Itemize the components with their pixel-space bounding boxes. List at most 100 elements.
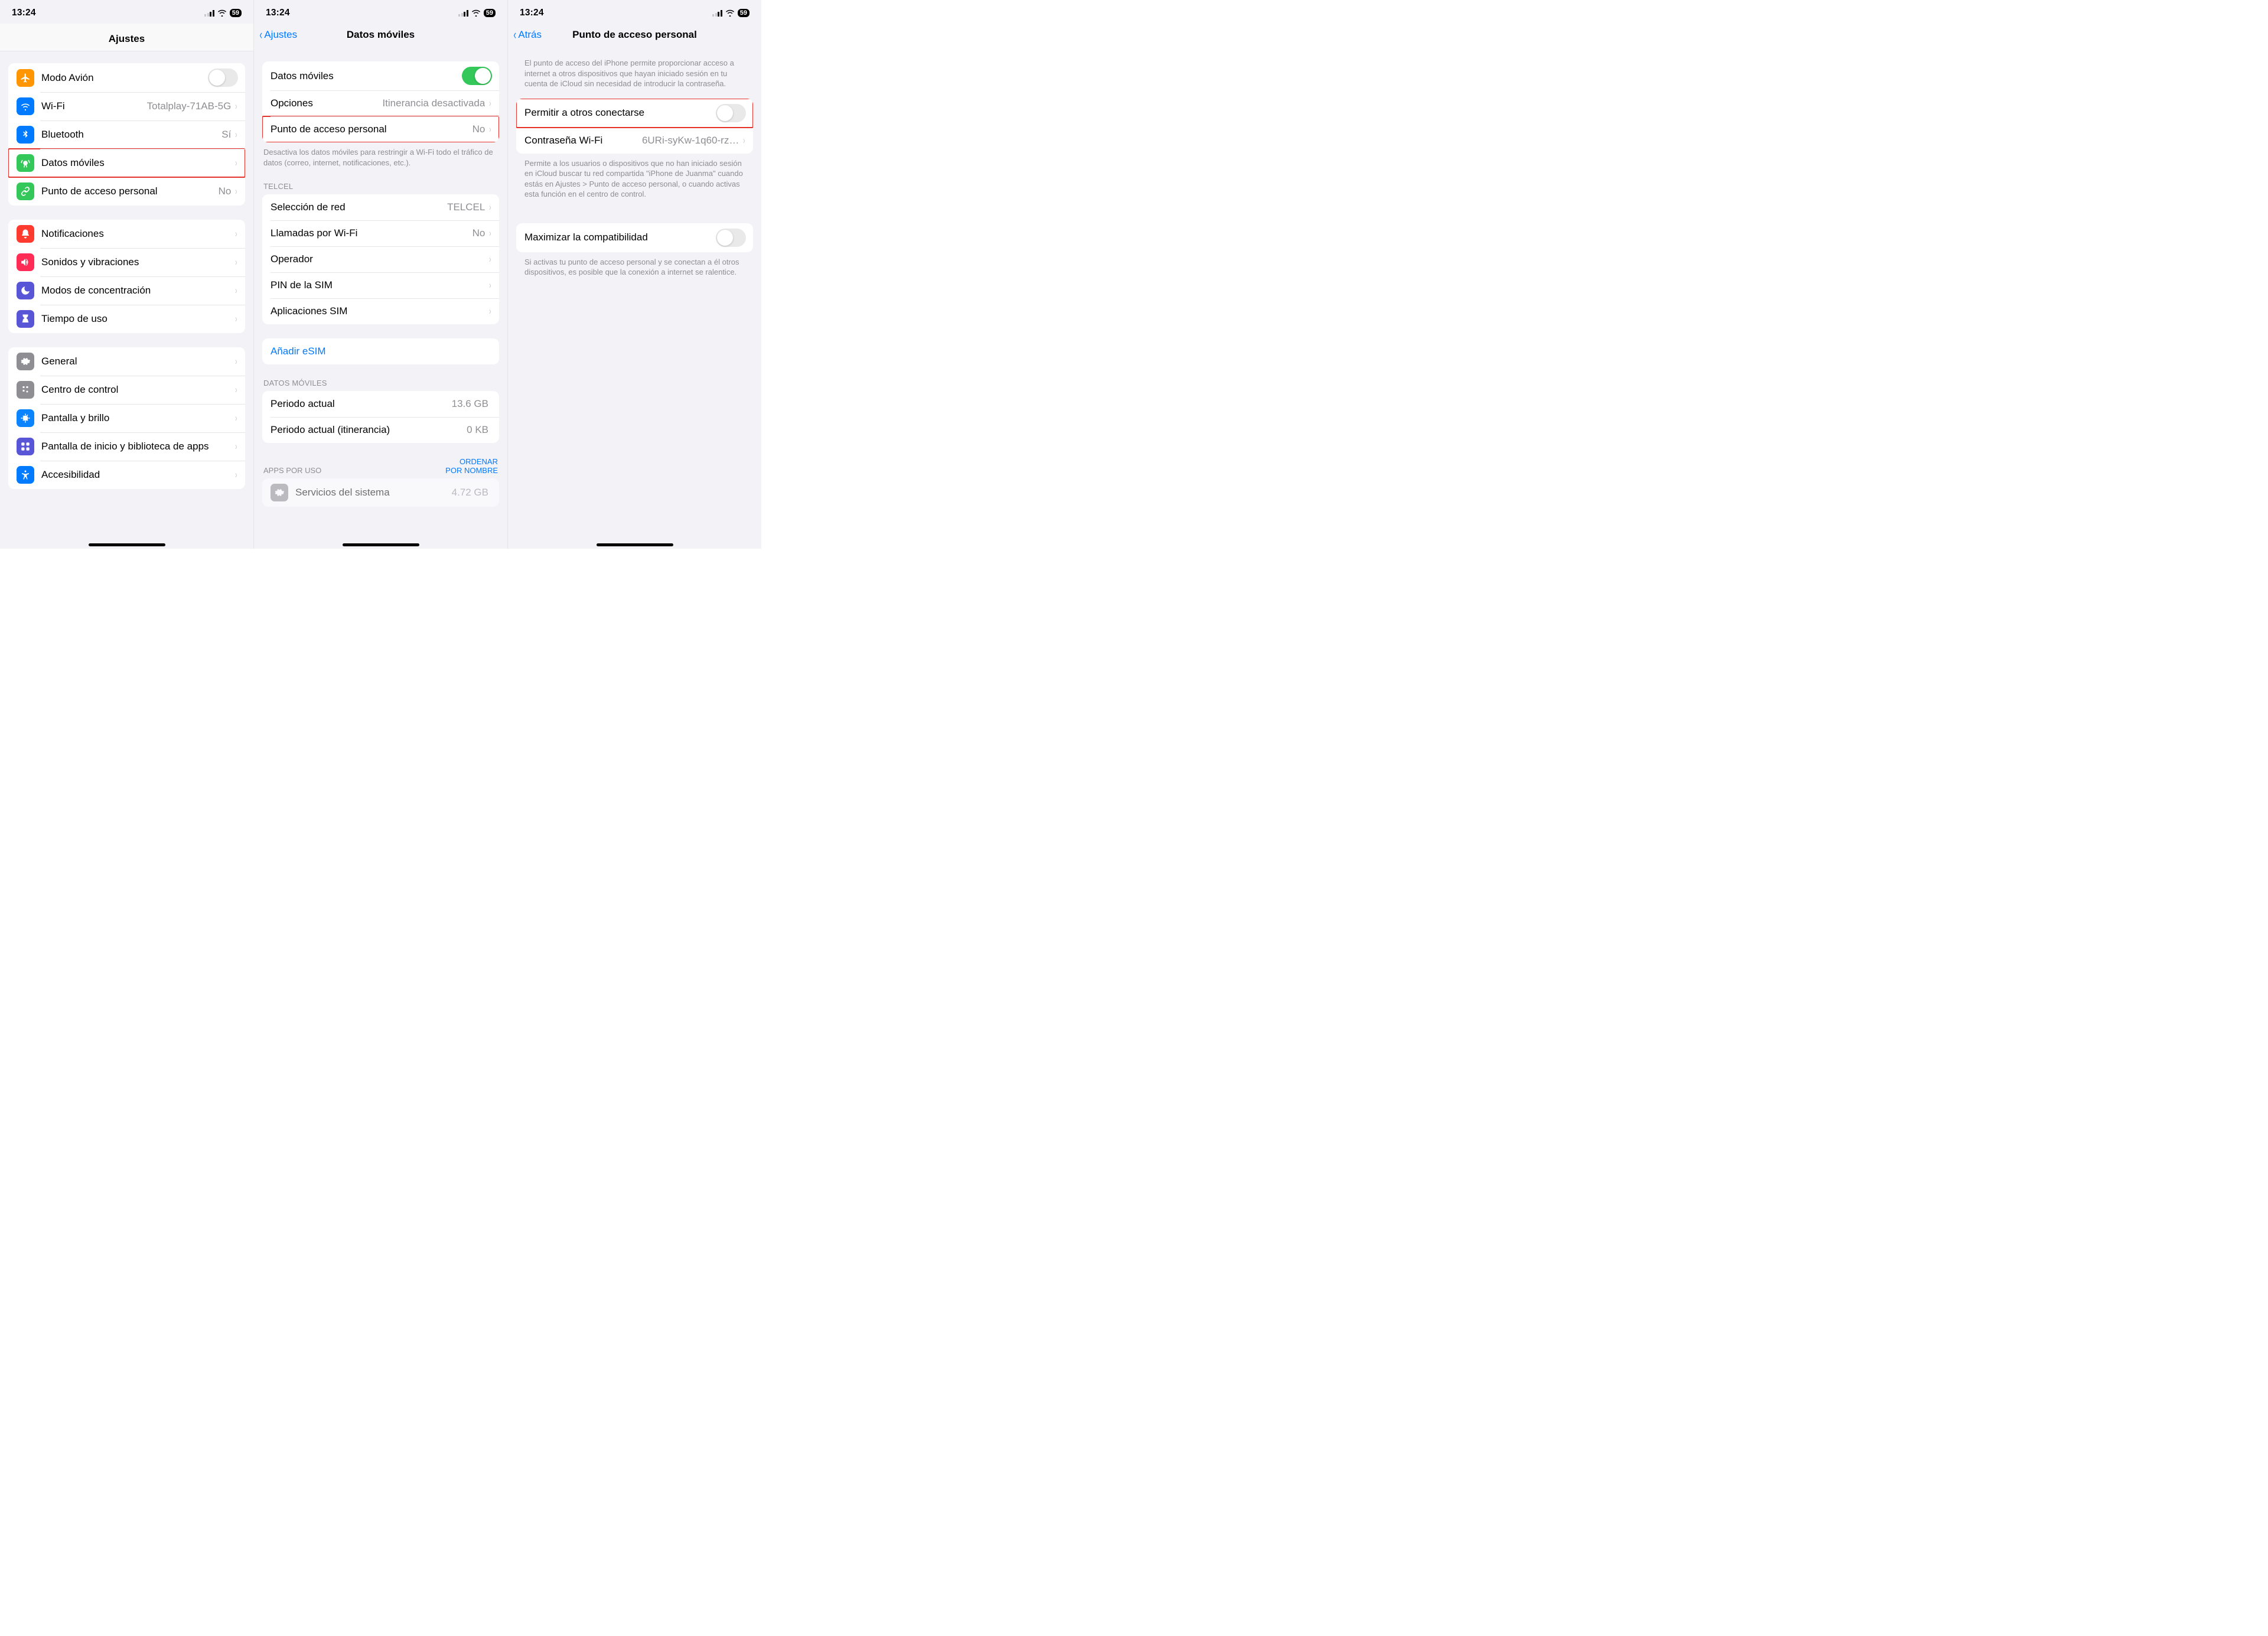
- wifi-icon: [471, 9, 481, 17]
- chevron-right-icon: ›: [489, 123, 491, 135]
- row-contraseña-wi-fi[interactable]: Contraseña Wi-Fi6URi-syKw-1q60-rz…›: [516, 128, 753, 154]
- row-label: Maximizar la compatibilidad: [524, 232, 716, 243]
- row-label: Aplicaciones SIM: [271, 305, 488, 317]
- row-label: Notificaciones: [41, 228, 234, 240]
- row-value: No: [472, 227, 485, 239]
- settings-row-pantalla-y-brillo[interactable]: Pantalla y brillo›: [8, 404, 245, 432]
- row-pin-de-la-sim[interactable]: PIN de la SIM›: [262, 272, 499, 298]
- row-value: 6URi-syKw-1q60-rz…: [642, 135, 739, 146]
- chevron-left-icon: ‹: [513, 28, 516, 41]
- row-label: Operador: [271, 253, 488, 265]
- row-llamadas-por-wi-fi[interactable]: Llamadas por Wi-FiNo›: [262, 220, 499, 246]
- row-value: No: [472, 123, 485, 135]
- row-aplicaciones-sim[interactable]: Aplicaciones SIM›: [262, 298, 499, 324]
- row-punto-de-acceso-personal[interactable]: Punto de acceso personalNo ›: [262, 116, 499, 142]
- settings-row-bluetooth[interactable]: BluetoothSí›: [8, 120, 245, 149]
- settings-row-sonidos-y-vibraciones[interactable]: Sonidos y vibraciones›: [8, 248, 245, 276]
- status-time: 13:24: [266, 8, 290, 18]
- chevron-left-icon: ‹: [259, 28, 262, 41]
- row-label: Accesibilidad: [41, 469, 234, 481]
- chevron-right-icon: ›: [489, 279, 491, 291]
- signal-icon: [458, 10, 468, 17]
- row-value: TELCEL: [447, 201, 485, 213]
- page-title: Datos móviles: [347, 29, 415, 41]
- row-label: Selección de red: [271, 201, 447, 213]
- settings-row-general[interactable]: General›: [8, 347, 245, 376]
- back-button[interactable]: ‹Atrás: [513, 28, 542, 41]
- settings-row-datos-móviles[interactable]: Datos móviles›: [8, 149, 245, 177]
- toggle[interactable]: [208, 69, 238, 87]
- settings-row-notificaciones[interactable]: Notificaciones›: [8, 220, 245, 248]
- chevron-right-icon: ›: [235, 285, 237, 296]
- group-allow-others: Permitir a otros conectarseContraseña Wi…: [516, 99, 753, 154]
- group-apps-usage: Servicios del sistema4.72 GB: [262, 478, 499, 507]
- page-title: Ajustes: [109, 33, 145, 45]
- group-footer: Desactiva los datos móviles para restrin…: [254, 142, 507, 168]
- chevron-right-icon: ›: [235, 185, 237, 197]
- row-label: Wi-Fi: [41, 100, 147, 112]
- row-label: Contraseña Wi-Fi: [524, 135, 642, 146]
- row-label: Modos de concentración: [41, 285, 234, 296]
- settings-row-tiempo-de-uso[interactable]: Tiempo de uso›: [8, 305, 245, 333]
- moon-icon: [17, 282, 34, 299]
- header: Ajustes: [0, 24, 253, 51]
- gear-icon: [271, 484, 288, 501]
- wifi-icon: [217, 9, 227, 17]
- chevron-right-icon: ›: [235, 228, 237, 240]
- group-footer: Permite a los usuarios o dispositivos qu…: [508, 154, 761, 200]
- row-value: Itinerancia desactivada: [382, 97, 485, 109]
- row-value: 4.72 GB: [452, 487, 488, 498]
- content[interactable]: Datos móvilesOpcionesItinerancia desacti…: [254, 50, 507, 549]
- chevron-right-icon: ›: [235, 384, 237, 396]
- group-carrier: Selección de redTELCEL›Llamadas por Wi-F…: [262, 194, 499, 324]
- row-label: Tiempo de uso: [41, 313, 234, 325]
- screen-settings: 13:24 59 Ajustes Modo AviónWi-FiTotalpla…: [0, 0, 254, 549]
- row-periodo-actual: Periodo actual13.6 GB: [262, 391, 499, 417]
- settings-row-punto-de-acceso-personal[interactable]: Punto de acceso personalNo›: [8, 177, 245, 206]
- row-value: 0 KB: [467, 424, 488, 436]
- home-indicator[interactable]: [597, 543, 673, 546]
- row-servicios-del-sistema[interactable]: Servicios del sistema4.72 GB: [262, 478, 499, 507]
- row-label: Punto de acceso personal: [41, 185, 219, 197]
- section-header: APPS POR USO ORDENAR POR NOMBRE: [254, 457, 507, 478]
- settings-row-modo-avión[interactable]: Modo Avión: [8, 63, 245, 92]
- settings-row-centro-de-control[interactable]: Centro de control›: [8, 376, 245, 404]
- settings-row-wi-fi[interactable]: Wi-FiTotalplay-71AB-5G›: [8, 92, 245, 120]
- chevron-right-icon: ›: [235, 313, 237, 325]
- home-indicator[interactable]: [89, 543, 165, 546]
- hourglass-icon: [17, 310, 34, 328]
- chevron-right-icon: ›: [489, 97, 491, 109]
- row-selección-de-red[interactable]: Selección de redTELCEL›: [262, 194, 499, 220]
- row-label: Sonidos y vibraciones: [41, 256, 234, 268]
- group-esim: Añadir eSIM: [262, 338, 499, 364]
- row-operador[interactable]: Operador›: [262, 246, 499, 272]
- toggle[interactable]: [462, 67, 492, 85]
- toggle[interactable]: [716, 104, 746, 122]
- back-button[interactable]: ‹Ajustes: [259, 28, 297, 41]
- row-permitir-a-otros-conectarse[interactable]: Permitir a otros conectarse: [516, 99, 753, 128]
- signal-icon: [712, 10, 722, 17]
- settings-row-modos-de-concentración[interactable]: Modos de concentración›: [8, 276, 245, 305]
- header: ‹Atrás Punto de acceso personal: [508, 24, 761, 50]
- section-header: TELCEL: [254, 182, 507, 194]
- row-label: Periodo actual (itinerancia): [271, 424, 467, 436]
- settings-group-connectivity: Modo AviónWi-FiTotalplay-71AB-5G›Bluetoo…: [8, 63, 245, 206]
- settings-row-pantalla-de-inicio-y-biblioteca-de-apps[interactable]: Pantalla de inicio y biblioteca de apps›: [8, 432, 245, 461]
- group-mobile-data: Datos móvilesOpcionesItinerancia desacti…: [262, 61, 499, 142]
- settings-row-accesibilidad[interactable]: Accesibilidad›: [8, 461, 245, 489]
- home-indicator[interactable]: [343, 543, 419, 546]
- sort-button[interactable]: ORDENAR POR NOMBRE: [445, 457, 498, 475]
- row-datos-móviles[interactable]: Datos móviles: [262, 61, 499, 90]
- row-label: Servicios del sistema: [295, 487, 452, 498]
- content[interactable]: El punto de acceso del iPhone permite pr…: [508, 50, 761, 549]
- row-label: Centro de control: [41, 384, 234, 396]
- row-maximizar-la-compatibilidad[interactable]: Maximizar la compatibilidad: [516, 223, 753, 252]
- chevron-right-icon: ›: [235, 356, 237, 367]
- page-title: Punto de acceso personal: [572, 29, 697, 41]
- row-label: Punto de acceso personal: [271, 123, 472, 135]
- toggle[interactable]: [716, 229, 746, 247]
- row-opciones[interactable]: OpcionesItinerancia desactivada›: [262, 90, 499, 116]
- content[interactable]: Modo AviónWi-FiTotalplay-71AB-5G›Bluetoo…: [0, 51, 253, 549]
- row-label: Llamadas por Wi-Fi: [271, 227, 472, 239]
- add-esim-button[interactable]: Añadir eSIM: [262, 338, 499, 364]
